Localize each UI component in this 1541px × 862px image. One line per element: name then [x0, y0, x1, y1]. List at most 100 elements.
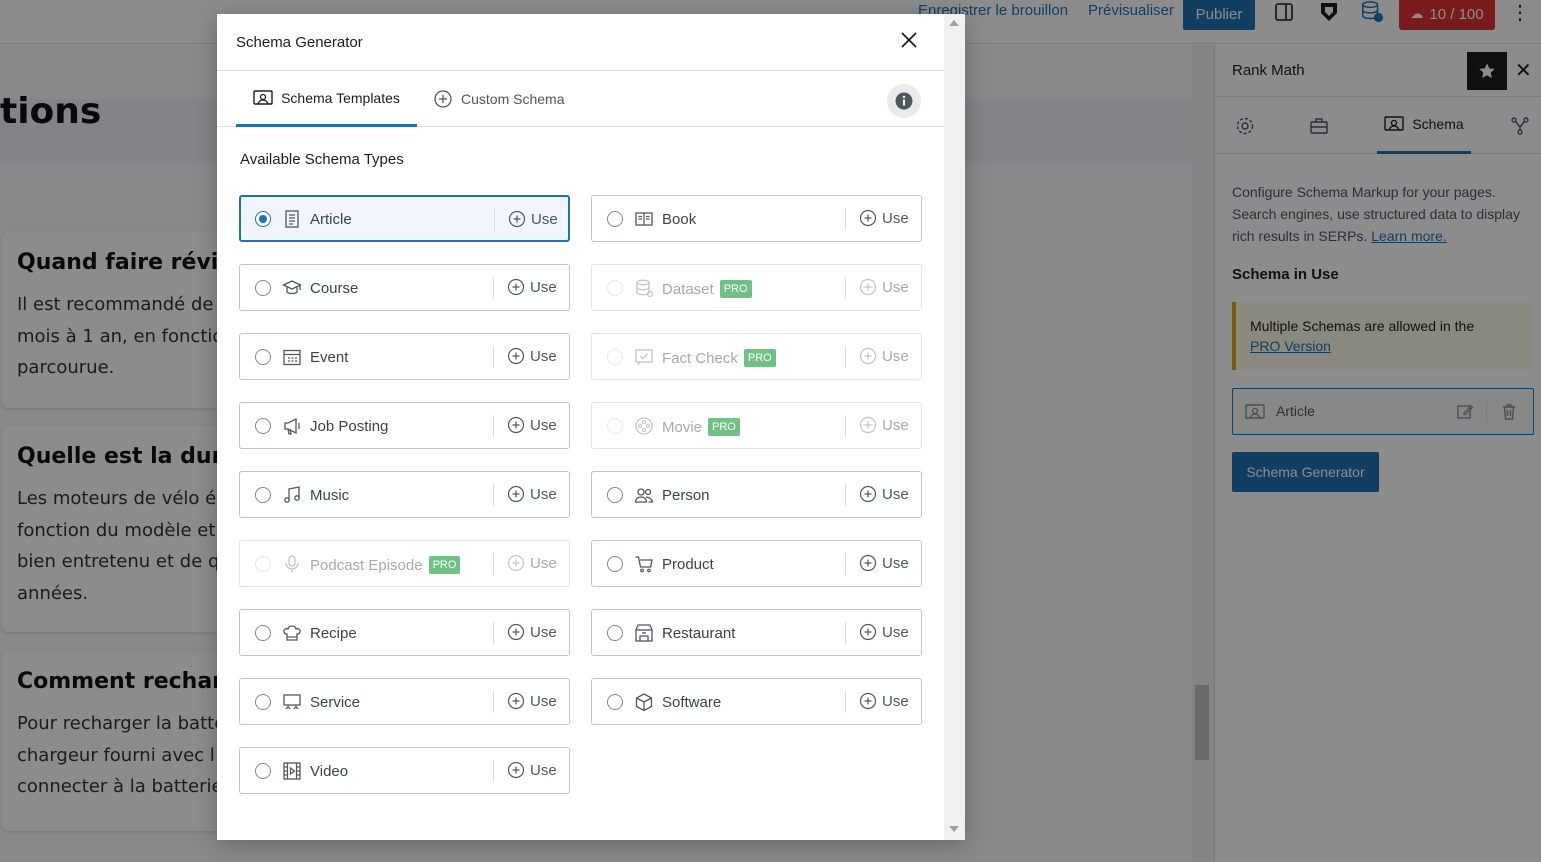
schema-type-label: Software — [662, 694, 721, 711]
card-divider — [493, 277, 494, 299]
use-button[interactable]: Use — [859, 554, 909, 572]
schema-type-radio[interactable] — [255, 625, 271, 641]
schema-type-label: Recipe — [310, 625, 357, 642]
use-button[interactable]: Use — [859, 485, 909, 503]
schema-type-name: Article — [310, 211, 352, 228]
available-schema-types-heading: Available Schema Types — [240, 151, 404, 168]
fact-check-icon — [634, 347, 654, 367]
music-icon — [282, 485, 302, 505]
plus-circle-icon — [507, 761, 525, 779]
card-divider — [493, 484, 494, 506]
schema-type-name: Restaurant — [662, 625, 736, 642]
pro-badge: PRO — [743, 349, 776, 367]
schema-type-radio — [607, 349, 623, 365]
plus-circle-icon — [859, 209, 877, 227]
schema-type-label: Music — [310, 487, 349, 504]
use-button[interactable]: Use — [507, 623, 557, 641]
schema-type-radio[interactable] — [255, 763, 271, 779]
use-button: Use — [859, 416, 909, 434]
schema-type-radio[interactable] — [255, 694, 271, 710]
use-button[interactable]: Use — [508, 210, 558, 228]
schema-type-radio[interactable] — [607, 487, 623, 503]
course-icon — [282, 278, 302, 298]
modal-tabs: Schema Templates Custom Schema — [217, 71, 944, 127]
use-label: Use — [882, 416, 909, 434]
use-button[interactable]: Use — [859, 209, 909, 227]
schema-type-card-fact-check: Fact Check PRO Use — [591, 333, 922, 380]
schema-type-radio[interactable] — [255, 280, 271, 296]
card-divider — [493, 553, 494, 575]
schema-type-name: Dataset — [662, 280, 714, 298]
plus-circle-icon — [859, 692, 877, 710]
schema-type-card-job-posting[interactable]: Job Posting Use — [239, 402, 570, 449]
schema-type-label: Product — [662, 556, 714, 573]
schema-type-card-course[interactable]: Course Use — [239, 264, 570, 311]
schema-type-radio[interactable] — [255, 349, 271, 365]
modal-title: Schema Generator — [236, 34, 363, 51]
schema-type-label: Dataset PRO — [662, 280, 752, 298]
schema-type-label: Restaurant — [662, 625, 735, 642]
plus-circle-icon — [507, 416, 525, 434]
use-button[interactable]: Use — [507, 485, 557, 503]
card-divider — [493, 415, 494, 437]
video-icon — [282, 761, 302, 781]
schema-type-label: Podcast Episode PRO — [310, 556, 461, 574]
schema-type-radio — [607, 280, 623, 296]
card-divider — [845, 691, 846, 713]
schema-type-card-service[interactable]: Service Use — [239, 678, 570, 725]
modal-scrollbar[interactable] — [944, 14, 965, 840]
schema-type-name: Software — [662, 694, 722, 711]
schema-type-radio[interactable] — [607, 625, 623, 641]
schema-type-radio[interactable] — [607, 556, 623, 572]
use-button[interactable]: Use — [507, 347, 557, 365]
movie-icon — [634, 416, 654, 436]
scroll-up-arrow-icon[interactable] — [949, 20, 959, 26]
schema-type-radio[interactable] — [607, 211, 623, 227]
schema-type-radio[interactable] — [255, 211, 271, 227]
schema-type-card-video[interactable]: Video Use — [239, 747, 570, 794]
schema-type-card-product[interactable]: Product Use — [591, 540, 922, 587]
card-divider — [845, 346, 846, 368]
schema-type-card-recipe[interactable]: Recipe Use — [239, 609, 570, 656]
use-button[interactable]: Use — [859, 692, 909, 710]
schema-type-name: Product — [662, 556, 714, 573]
info-icon[interactable] — [887, 84, 921, 118]
use-label: Use — [882, 278, 909, 296]
use-button[interactable]: Use — [859, 623, 909, 641]
use-button[interactable]: Use — [507, 761, 557, 779]
schema-type-card-dataset: Dataset PRO Use — [591, 264, 922, 311]
schema-type-card-music[interactable]: Music Use — [239, 471, 570, 518]
schema-type-radio[interactable] — [607, 694, 623, 710]
use-label: Use — [530, 761, 557, 779]
use-button[interactable]: Use — [507, 692, 557, 710]
card-divider — [493, 760, 494, 782]
plus-circle-icon — [859, 278, 877, 296]
plus-circle-icon — [859, 416, 877, 434]
schema-type-radio[interactable] — [255, 487, 271, 503]
schema-type-card-article[interactable]: Article Use — [239, 195, 570, 242]
close-icon[interactable] — [897, 28, 921, 52]
schema-template-icon — [253, 89, 273, 107]
schema-generator-modal: Schema Generator Schema Templates Custom… — [217, 14, 965, 840]
scroll-down-arrow-icon[interactable] — [949, 826, 959, 832]
plus-circle-icon — [507, 485, 525, 503]
tab-custom-schema[interactable]: Custom Schema — [433, 71, 564, 127]
schema-type-label: Book — [662, 211, 696, 228]
schema-type-radio[interactable] — [255, 418, 271, 434]
schema-type-name: Course — [310, 280, 359, 297]
use-label: Use — [530, 278, 557, 296]
modal-header: Schema Generator — [217, 14, 944, 71]
schema-type-name: Job Posting — [310, 418, 389, 435]
schema-type-card-book[interactable]: Book Use — [591, 195, 922, 242]
schema-type-card-software[interactable]: Software Use — [591, 678, 922, 725]
schema-type-card-event[interactable]: Event Use — [239, 333, 570, 380]
schema-type-label: Job Posting — [310, 418, 388, 435]
schema-type-name: Event — [310, 349, 349, 366]
schema-type-name: Podcast Episode — [310, 556, 423, 574]
tab-schema-templates[interactable]: Schema Templates — [236, 71, 417, 127]
schema-type-card-podcast: Podcast Episode PRO Use — [239, 540, 570, 587]
use-button[interactable]: Use — [507, 278, 557, 296]
schema-type-card-person[interactable]: Person Use — [591, 471, 922, 518]
use-button[interactable]: Use — [507, 416, 557, 434]
schema-type-card-restaurant[interactable]: Restaurant Use — [591, 609, 922, 656]
